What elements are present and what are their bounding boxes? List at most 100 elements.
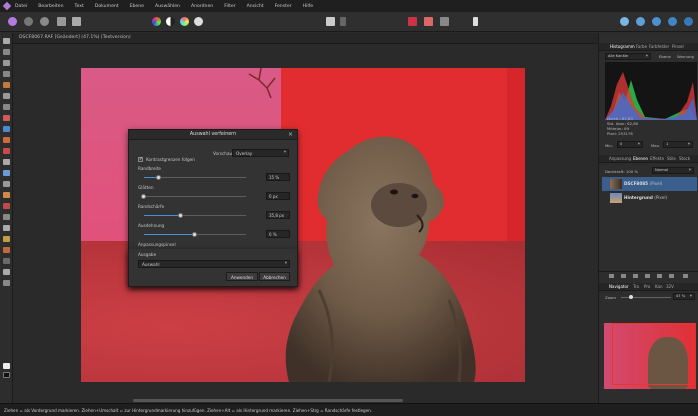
warning-option[interactable]: Warnung — [677, 54, 694, 59]
preview-dropdown[interactable]: Overlay — [232, 149, 289, 157]
menu-anordnen[interactable]: Anordnen — [191, 4, 213, 9]
text-tool-icon[interactable] — [3, 269, 10, 275]
tab-32v[interactable]: 32V — [666, 284, 674, 289]
follow-contrast-checkbox[interactable]: ✓ — [138, 157, 143, 162]
paint-brush-icon[interactable] — [3, 148, 10, 154]
blur-brush-icon[interactable] — [3, 214, 10, 220]
menu-ansicht[interactable]: Ansicht — [247, 4, 264, 9]
auto-colours-icon[interactable] — [180, 17, 189, 26]
dodge-tool-icon[interactable] — [3, 170, 10, 176]
zoom-slider-knob[interactable] — [629, 295, 633, 299]
eraser-icon[interactable] — [3, 159, 10, 165]
chevron-down-icon[interactable] — [340, 17, 346, 26]
feather-slider-knob[interactable] — [177, 213, 183, 218]
photo-persona-icon[interactable] — [8, 17, 17, 26]
tab-tra[interactable]: Tra — [633, 284, 639, 289]
pen-tool-icon[interactable] — [3, 225, 10, 231]
layer-row-hintergrund[interactable]: Hintergrund (Pixel) — [602, 191, 697, 205]
tab-stile[interactable]: Stile — [667, 156, 676, 161]
selection-mode-icon[interactable] — [326, 17, 335, 26]
menu-ebene[interactable]: Ebene — [130, 4, 144, 9]
adjustment-icon[interactable] — [633, 274, 638, 278]
clone-tool-icon[interactable] — [3, 181, 10, 187]
tab-histogram[interactable]: Histogramm — [610, 44, 635, 49]
document-tab[interactable]: DSCF8067.RAF [Geändert] (47.1%) (Textver… — [13, 33, 598, 44]
crop-tool-icon[interactable] — [3, 71, 10, 77]
layer-option[interactable]: Ebene — [659, 54, 671, 59]
tab-farbfelder[interactable]: Farbfelder — [649, 44, 669, 49]
tab-ebenen[interactable]: Ebenen — [633, 156, 648, 161]
zoom-slider[interactable] — [621, 295, 671, 299]
ramp-value[interactable]: 0 % — [266, 230, 290, 238]
red-eye-tool-icon[interactable] — [3, 203, 10, 209]
apply-button[interactable]: Anwenden — [226, 272, 258, 281]
navigator-viewport[interactable] — [612, 323, 694, 385]
close-icon[interactable]: × — [288, 131, 293, 138]
view-mode-icon[interactable] — [636, 17, 645, 26]
group-icon[interactable] — [657, 274, 662, 278]
add-mask-icon[interactable] — [621, 274, 626, 278]
auto-contrast-icon[interactable] — [166, 17, 175, 26]
canvas-area[interactable]: Auswahl verfeinern × Vorschau Overlay ✓ … — [13, 44, 598, 402]
export-persona-icon[interactable] — [72, 17, 81, 26]
tab-anpassung[interactable]: Anpassung — [609, 156, 631, 161]
menu-dokument[interactable]: Dokument — [95, 4, 119, 9]
feather-slider[interactable] — [144, 213, 246, 218]
add-layer-icon[interactable] — [669, 274, 674, 278]
blend-mode-dropdown[interactable]: Normal — [652, 167, 694, 174]
align-icon[interactable] — [668, 17, 677, 26]
tab-pinsel[interactable]: Pinsel — [672, 44, 684, 49]
dialog-titlebar[interactable]: Auswahl verfeinern × — [129, 130, 297, 140]
tab-kan[interactable]: Kan — [655, 284, 663, 289]
tab-farbe[interactable]: Farbe — [636, 44, 647, 49]
opacity-label[interactable]: Deckkraft: 100 % — [605, 169, 638, 174]
smooth-value[interactable]: 0 px — [266, 192, 290, 200]
navigator-preview[interactable] — [604, 323, 696, 389]
flood-fill-icon[interactable] — [3, 126, 10, 132]
rectangle-tool-icon[interactable] — [3, 258, 10, 264]
min-field[interactable]: 0 — [617, 141, 643, 148]
feather-value[interactable]: 35,8 px — [266, 211, 290, 219]
assistant-icon[interactable] — [473, 17, 478, 26]
live-filter-icon[interactable] — [645, 274, 650, 278]
border-slider[interactable] — [144, 175, 246, 180]
ramp-slider-knob[interactable] — [192, 232, 197, 237]
view-tool-icon[interactable] — [3, 38, 10, 44]
tab-pro[interactable]: Pro — [644, 284, 650, 289]
sort-icon[interactable] — [684, 17, 693, 26]
menu-filter[interactable]: Filter — [224, 4, 235, 9]
trash-icon[interactable] — [683, 274, 688, 278]
border-slider-knob[interactable] — [156, 175, 162, 180]
ramp-slider[interactable] — [144, 232, 246, 237]
menu-text[interactable]: Text — [75, 4, 84, 9]
auto-levels-icon[interactable] — [152, 17, 161, 26]
layer-row-dscf8085[interactable]: DSCF8085 (Pixel) — [602, 177, 697, 191]
menu-auswaehlen[interactable]: Auswählen — [155, 4, 180, 9]
liquify-persona-icon[interactable] — [24, 17, 33, 26]
menu-bearbeiten[interactable]: Bearbeiten — [38, 4, 63, 9]
insert-layer-icon[interactable] — [440, 17, 449, 26]
max-field[interactable]: 1 — [663, 141, 693, 148]
layer-options-icon[interactable] — [609, 274, 614, 278]
secondary-colour-icon[interactable] — [3, 372, 10, 378]
flood-select-icon[interactable] — [3, 93, 10, 99]
smooth-slider[interactable] — [141, 194, 246, 199]
refine-selection-icon[interactable] — [424, 17, 433, 26]
zoom-tool-icon[interactable] — [3, 280, 10, 286]
smooth-slider-knob[interactable] — [141, 194, 146, 199]
cancel-button[interactable]: Abbrechen — [259, 272, 290, 281]
menu-hilfe[interactable]: Hilfe — [303, 4, 313, 9]
blemish-tool-icon[interactable] — [3, 192, 10, 198]
snapping-icon[interactable] — [620, 17, 629, 26]
tone-mapping-icon[interactable] — [57, 17, 66, 26]
freehand-select-icon[interactable] — [3, 115, 10, 121]
gradient-tool-icon[interactable] — [3, 137, 10, 143]
move-tool-icon[interactable] — [3, 49, 10, 55]
develop-persona-icon[interactable] — [40, 17, 49, 26]
mesh-warp-icon[interactable] — [3, 247, 10, 253]
menu-fenster[interactable]: Fenster — [275, 4, 292, 9]
colour-picker-icon[interactable] — [3, 60, 10, 66]
horizontal-scrollbar[interactable] — [133, 399, 403, 402]
menu-datei[interactable]: Datei — [15, 4, 27, 9]
tab-effekte[interactable]: Effekte — [650, 156, 664, 161]
